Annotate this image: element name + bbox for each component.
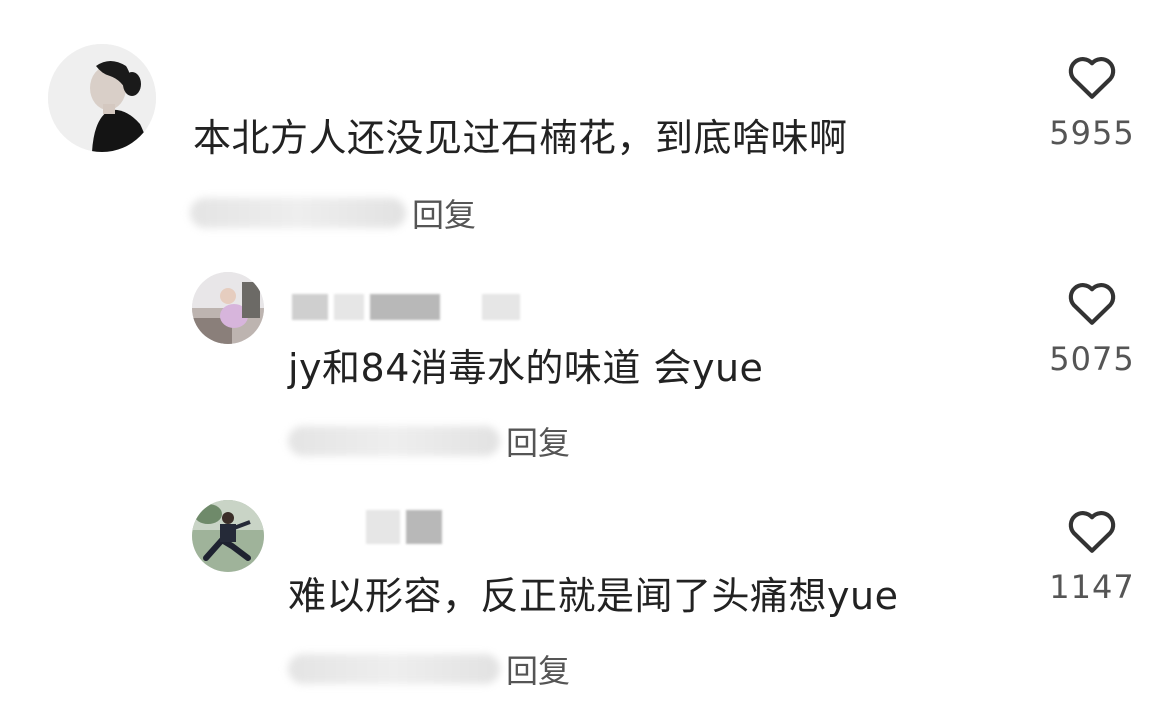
- timestamp-location-blurred: [190, 198, 406, 228]
- timestamp-location-blurred: [288, 426, 500, 456]
- comment-meta: 回复: [288, 646, 570, 692]
- heart-outline-icon[interactable]: [1065, 278, 1119, 326]
- like-count: 5955: [1049, 114, 1135, 152]
- reply-button[interactable]: 回复: [506, 646, 570, 692]
- comment-item: 本北方人还没见过石楠花，到底啥味啊 回复 5955: [0, 0, 1170, 240]
- username-blurred: [292, 294, 520, 320]
- comment-meta: 回复: [288, 418, 570, 464]
- timestamp-location-blurred: [288, 654, 500, 684]
- like-count: 1147: [1049, 568, 1135, 606]
- like-control[interactable]: 5075: [1027, 278, 1157, 378]
- reply-comment-item: jy和84消毒水的味道 会yue 回复 5075: [0, 240, 1170, 470]
- heart-outline-icon[interactable]: [1065, 52, 1119, 100]
- comment-text: 难以形容，反正就是闻了头痛想yue: [288, 574, 899, 618]
- reply-button[interactable]: 回复: [412, 190, 476, 236]
- like-count: 5075: [1049, 340, 1135, 378]
- comment-text: 本北方人还没见过石楠花，到底啥味啊: [193, 116, 848, 160]
- comment-text: jy和84消毒水的味道 会yue: [288, 346, 764, 390]
- avatar[interactable]: [48, 44, 156, 152]
- heart-outline-icon[interactable]: [1065, 506, 1119, 554]
- avatar[interactable]: [192, 500, 264, 572]
- avatar[interactable]: [192, 272, 264, 344]
- username-blurred: [366, 510, 442, 544]
- reply-comment-item: 难以形容，反正就是闻了头痛想yue 回复 1147: [0, 470, 1170, 709]
- reply-button[interactable]: 回复: [506, 418, 570, 464]
- like-control[interactable]: 5955: [1027, 52, 1157, 152]
- comment-meta: 回复: [190, 190, 476, 236]
- like-control[interactable]: 1147: [1027, 506, 1157, 606]
